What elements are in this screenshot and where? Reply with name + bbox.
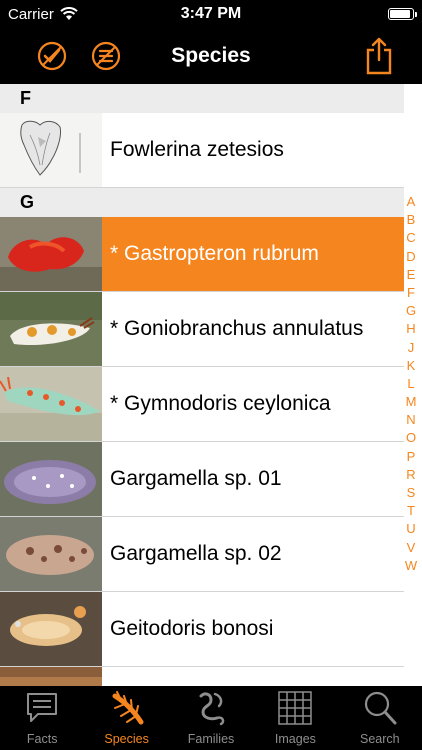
tab-search[interactable]: Search (338, 686, 422, 750)
section-header-g: G (0, 188, 404, 217)
status-left: Carrier (8, 6, 78, 23)
index-letter[interactable]: P (407, 448, 416, 466)
species-row-partial[interactable] (0, 667, 404, 686)
species-thumbnail (0, 113, 102, 187)
index-letter[interactable]: K (407, 357, 416, 375)
tab-label: Facts (26, 732, 58, 746)
species-list[interactable]: F Fowlerina zetesios G * Gastropteron ru… (0, 84, 404, 686)
index-letter[interactable]: J (408, 339, 415, 357)
species-row[interactable]: Geitodoris bonosi (0, 592, 404, 667)
index-letter[interactable]: C (406, 229, 415, 247)
carrier-label: Carrier (8, 5, 54, 23)
tab-bar: Facts Species Families Images Search (0, 686, 422, 750)
index-letter[interactable]: U (406, 520, 415, 538)
share-button[interactable] (364, 36, 394, 76)
tab-label: Species (104, 732, 149, 746)
grid-icon (278, 691, 313, 725)
index-letter[interactable]: M (406, 393, 417, 411)
species-name: Fowlerina zetesios (110, 138, 284, 161)
tab-label: Families (187, 732, 235, 746)
tab-species[interactable]: Species (84, 686, 168, 750)
index-letter[interactable]: N (406, 411, 415, 429)
species-thumbnail (0, 517, 102, 591)
index-letter[interactable]: T (407, 502, 415, 520)
index-letter[interactable]: D (406, 248, 415, 266)
magnifier-icon (364, 691, 397, 725)
section-header-f: F (0, 84, 404, 113)
index-letter[interactable]: R (406, 466, 415, 484)
species-row[interactable]: Fowlerina zetesios (0, 113, 404, 188)
index-letter[interactable]: W (405, 557, 417, 575)
index-letter[interactable]: B (407, 211, 416, 229)
species-name: * Gymnodoris ceylonica (110, 392, 331, 415)
species-thumbnail (0, 292, 102, 366)
index-letter[interactable]: S (407, 484, 416, 502)
index-letter[interactable]: L (407, 375, 414, 393)
status-bar: Carrier 3:47 PM (0, 0, 422, 28)
index-letter[interactable]: V (407, 539, 416, 557)
species-name: Geitodoris bonosi (110, 617, 274, 640)
species-row[interactable]: Gargamella sp. 01 (0, 442, 404, 517)
battery-level (390, 10, 410, 18)
family-tree-icon (199, 692, 225, 726)
index-letter[interactable]: A (407, 193, 416, 211)
species-name: * Gastropteron rubrum (110, 242, 319, 265)
speech-bubble-icon (27, 693, 58, 722)
species-name: * Goniobranchus annulatus (110, 317, 364, 340)
wifi-icon (60, 7, 78, 20)
nudibranch-icon (112, 691, 144, 725)
battery-icon (388, 8, 417, 20)
tab-facts[interactable]: Facts (0, 686, 84, 750)
alphabet-index[interactable]: A B C D E F G H J K L M N O P R S T U V … (402, 193, 420, 575)
species-row-selected[interactable]: * Gastropteron rubrum (0, 217, 404, 292)
tab-families[interactable]: Families (169, 686, 253, 750)
species-name: Gargamella sp. 02 (110, 542, 282, 565)
tab-label: Images (274, 732, 316, 746)
index-letter[interactable]: O (406, 429, 416, 447)
index-letter[interactable]: F (407, 284, 415, 302)
tab-images[interactable]: Images (253, 686, 337, 750)
species-row[interactable]: * Gymnodoris ceylonica (0, 367, 404, 442)
species-thumbnail (0, 367, 102, 441)
page-title: Species (171, 44, 251, 67)
species-thumbnail (0, 442, 102, 516)
index-letter[interactable]: E (407, 266, 416, 284)
index-letter[interactable]: H (406, 320, 415, 338)
index-letter[interactable]: G (406, 302, 416, 320)
species-row[interactable]: Gargamella sp. 02 (0, 517, 404, 592)
species-thumbnail (0, 217, 102, 291)
tab-label: Search (360, 732, 400, 746)
species-thumbnail (0, 592, 102, 666)
species-row[interactable]: * Goniobranchus annulatus (0, 292, 404, 367)
species-name: Gargamella sp. 01 (110, 467, 282, 490)
nav-bar: Species (0, 28, 422, 84)
species-thumbnail (0, 667, 102, 686)
